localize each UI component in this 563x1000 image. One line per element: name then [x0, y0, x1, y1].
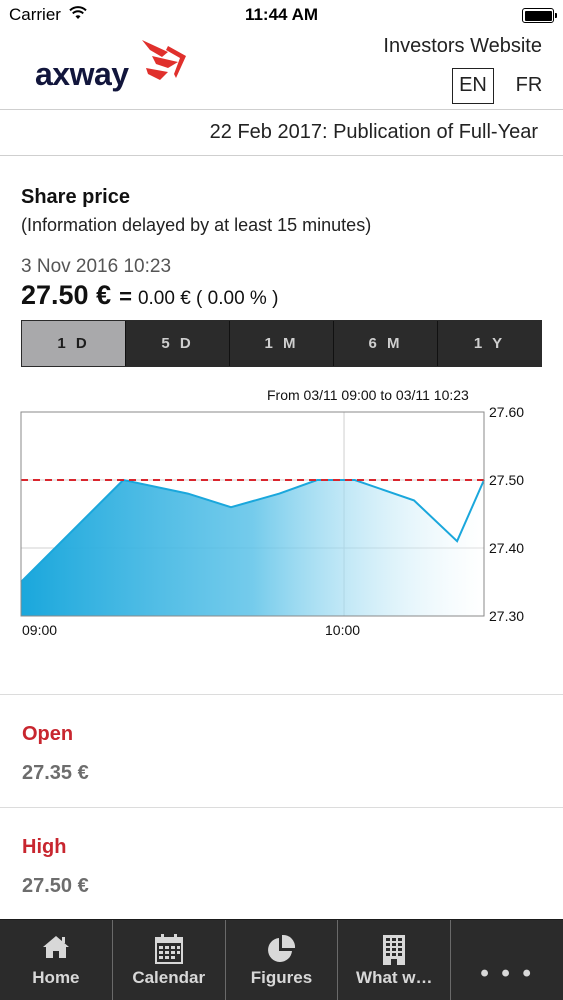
battery-icon	[522, 8, 557, 23]
site-title[interactable]: Investors Website	[383, 35, 542, 58]
home-icon	[42, 936, 69, 958]
period-6m-button[interactable]: 6 M	[334, 321, 438, 366]
news-ticker-text[interactable]: 22 Feb 2017: Publication of Full-Year	[210, 121, 538, 144]
share-price-chart[interactable]: 27.60 27.50 27.40 27.30 09:00 10:00	[0, 380, 563, 640]
x-tick-label: 09:00	[22, 622, 57, 638]
axway-logo-mark-icon	[142, 40, 186, 80]
axway-logo[interactable]: axway	[35, 56, 129, 93]
tab-figures[interactable]: Figures	[226, 920, 339, 1000]
period-1m-button[interactable]: 1 M	[230, 321, 334, 366]
tab-calendar-label: Calendar	[132, 968, 206, 987]
tab-what-label: What w…	[356, 968, 433, 987]
open-label: Open	[22, 723, 74, 745]
bottom-tab-bar: Home Calendar Figures What w… • • •	[0, 919, 563, 1000]
y-tick-label: 27.60	[489, 404, 524, 420]
open-value: 27.35 €	[22, 762, 89, 784]
high-value: 27.50 €	[22, 875, 89, 897]
building-icon	[383, 935, 406, 965]
price-row: 27.50 € = 0.00 € ( 0.00 % )	[21, 280, 278, 311]
delay-notice: (Information delayed by at least 15 minu…	[21, 215, 372, 235]
y-tick-label: 27.40	[489, 540, 524, 556]
tab-home-label: Home	[32, 968, 80, 987]
share-price-title: Share price	[21, 186, 130, 208]
current-price: 27.50 €	[21, 280, 112, 310]
x-tick-label: 10:00	[325, 622, 360, 638]
period-selector: 1 D 5 D 1 M 6 M 1 Y	[21, 320, 542, 367]
change-equals-sign: =	[119, 284, 132, 309]
period-1y-button[interactable]: 1 Y	[438, 321, 541, 366]
pie-chart-icon	[268, 934, 296, 962]
calendar-icon	[154, 934, 183, 964]
more-icon: • • •	[480, 960, 534, 987]
tab-home[interactable]: Home	[0, 920, 113, 1000]
app-header: axway Investors Website EN FR	[0, 30, 563, 110]
tab-figures-label: Figures	[250, 968, 313, 987]
status-time: 11:44 AM	[244, 5, 319, 24]
period-5d-button[interactable]: 5 D	[126, 321, 230, 366]
tab-what-w[interactable]: What w…	[338, 920, 452, 1000]
status-bar: Carrier 11:44 AM	[0, 0, 563, 30]
language-fr-button[interactable]: FR	[513, 68, 545, 104]
quote-timestamp: 3 Nov 2016 10:23	[21, 256, 172, 277]
y-tick-label: 27.50	[489, 472, 524, 488]
language-en-button[interactable]: EN	[452, 68, 494, 104]
tab-more[interactable]: • • •	[451, 920, 563, 1000]
y-tick-label: 27.30	[489, 608, 524, 624]
divider	[0, 694, 563, 695]
news-ticker[interactable]: 22 Feb 2017: Publication of Full-Year	[0, 111, 563, 156]
tab-calendar[interactable]: Calendar	[113, 920, 226, 1000]
period-1d-button[interactable]: 1 D	[22, 321, 126, 366]
high-label: High	[22, 836, 67, 858]
divider	[0, 807, 563, 808]
price-change: 0.00 € ( 0.00 % )	[137, 288, 279, 309]
